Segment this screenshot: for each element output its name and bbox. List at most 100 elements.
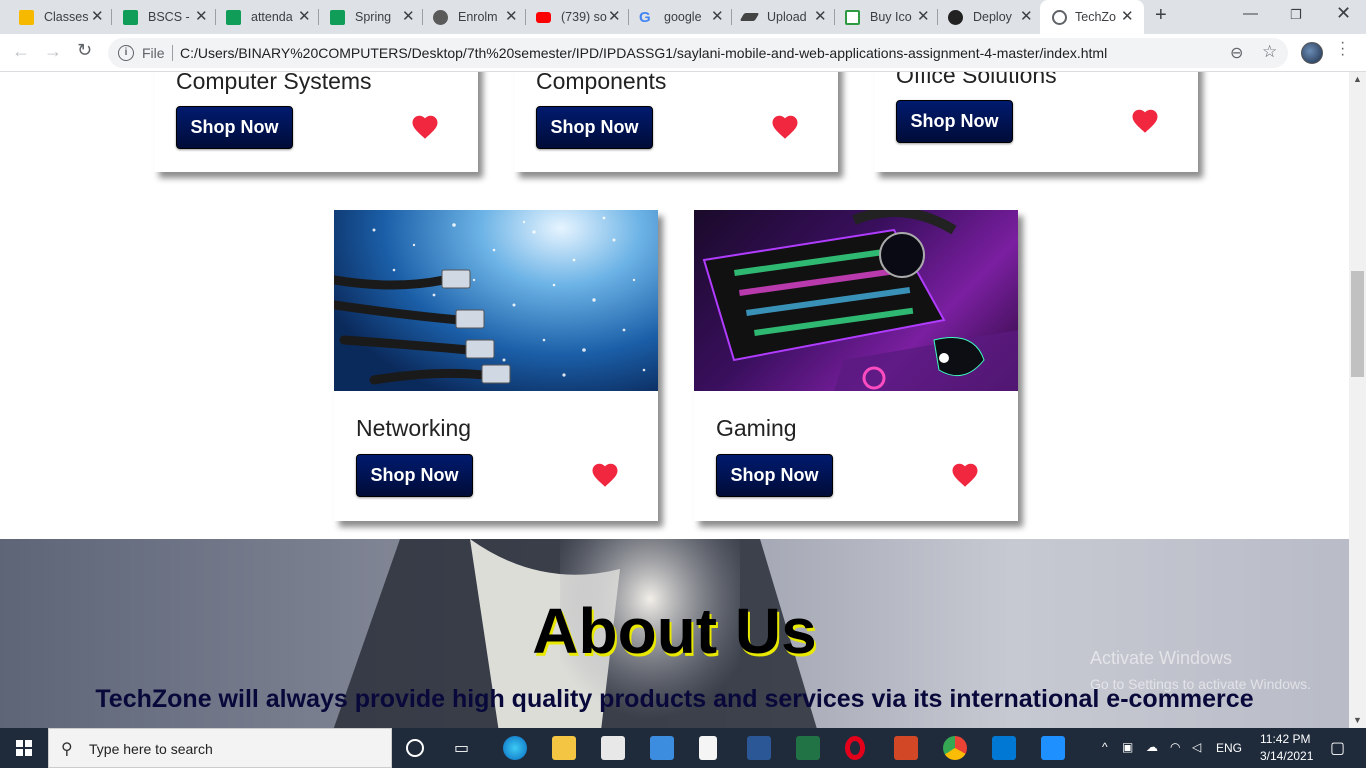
browser-tab[interactable]: Spring ✕	[311, 0, 423, 34]
store-icon[interactable]	[601, 736, 625, 760]
close-icon[interactable]: ✕	[298, 7, 311, 25]
card-title: Networking	[356, 415, 472, 441]
back-icon[interactable]: ←	[12, 41, 30, 62]
windows-taskbar: ⚲ Type here to search ▭ ^ ▣ ☁ ◠ ◁ ENG 11…	[0, 728, 1366, 768]
close-icon[interactable]: ✕	[608, 7, 621, 25]
forward-icon[interactable]: →	[44, 41, 62, 62]
excel-icon[interactable]	[796, 736, 820, 760]
wifi-icon[interactable]: ◠	[1170, 740, 1180, 754]
scrollbar-thumb[interactable]	[1351, 271, 1364, 377]
word-icon[interactable]	[747, 736, 771, 760]
card-title: Computer Systems	[176, 72, 372, 94]
close-icon[interactable]: ✕	[814, 7, 827, 25]
close-icon[interactable]: ✕	[402, 7, 415, 25]
product-card-gaming: Gaming Shop Now	[694, 210, 1018, 521]
tab-label: TechZo	[1075, 10, 1116, 24]
network-icon[interactable]: ▣	[1122, 740, 1133, 754]
chrome-icon[interactable]	[943, 736, 967, 760]
file-explorer-icon[interactable]	[552, 736, 576, 760]
about-section: About Us TechZone will always provide hi…	[0, 539, 1349, 728]
browser-tab[interactable]: BSCS - ✕	[104, 0, 216, 34]
mail-icon[interactable]	[650, 736, 674, 760]
tab-label: google	[664, 10, 702, 24]
gaming-image	[694, 210, 1018, 391]
card-title: Components	[536, 72, 667, 94]
product-card: Office Solutions Shop Now	[874, 72, 1198, 172]
photos-icon[interactable]	[1041, 736, 1065, 760]
page-scrollbar[interactable]: ▲ ▼	[1349, 72, 1366, 728]
close-icon[interactable]: ✕	[91, 7, 104, 25]
product-card: Components Shop Now	[514, 72, 838, 172]
browser-tab[interactable]: Deploy ✕	[929, 0, 1041, 34]
bookmark-star-icon[interactable]: ☆	[1262, 42, 1277, 62]
shop-now-button[interactable]: Shop Now	[356, 454, 473, 497]
browser-toolbar: ← → ↻ i File C:/Users/BINARY%20COMPUTERS…	[0, 34, 1366, 72]
tab-label: attenda	[251, 10, 293, 24]
close-icon[interactable]: ✕	[195, 7, 208, 25]
tab-label: (739) so	[561, 10, 607, 24]
minimize-icon[interactable]: —	[1243, 5, 1258, 22]
browser-tab[interactable]: G google ✕	[620, 0, 732, 34]
google-icon: G	[639, 9, 651, 26]
browser-tab[interactable]: Buy Ico ✕	[826, 0, 938, 34]
restore-icon[interactable]: ❐	[1290, 7, 1302, 23]
zoom-icon[interactable]: ⊖	[1230, 43, 1243, 63]
close-icon[interactable]: ✕	[505, 7, 518, 25]
tray-chevron-icon[interactable]: ^	[1102, 740, 1108, 754]
info-icon[interactable]: i	[118, 45, 134, 61]
clock-time[interactable]: 11:42 PM	[1260, 732, 1310, 746]
close-window-icon[interactable]: ✕	[1336, 3, 1351, 24]
windows-start-icon[interactable]	[0, 728, 48, 768]
reload-icon[interactable]: ↻	[77, 40, 92, 61]
edge-icon[interactable]	[503, 736, 527, 760]
heart-icon[interactable]	[1130, 106, 1160, 136]
profile-avatar[interactable]	[1301, 42, 1323, 64]
task-view-icon[interactable]: ▭	[454, 738, 478, 762]
browser-tab[interactable]: Enrolm ✕	[414, 0, 526, 34]
opera-icon[interactable]	[845, 736, 865, 760]
notifications-icon[interactable]: ▢	[1330, 738, 1345, 758]
heart-icon[interactable]	[770, 112, 800, 142]
notepad-icon[interactable]	[699, 736, 717, 760]
icon-store-icon	[845, 10, 860, 25]
tab-label: Buy Ico	[870, 10, 912, 24]
shop-now-button[interactable]: Shop Now	[176, 106, 293, 149]
scroll-up-icon[interactable]: ▲	[1353, 74, 1362, 84]
tab-label: Deploy	[973, 10, 1012, 24]
tab-label: Spring	[355, 10, 392, 24]
close-icon[interactable]: ✕	[1121, 7, 1134, 25]
browser-tab[interactable]: Upload ✕	[723, 0, 835, 34]
taskbar-search[interactable]: ⚲ Type here to search	[48, 728, 392, 768]
menu-icon[interactable]: · · ·	[1340, 35, 1345, 63]
close-icon[interactable]: ✕	[711, 7, 724, 25]
browser-tab-active[interactable]: TechZo ✕	[1040, 0, 1144, 34]
tab-strip: Classes ✕ BSCS - ✕ attenda ✕ Spring ✕ En…	[0, 0, 1366, 34]
globe-icon	[1052, 10, 1067, 25]
shop-now-button[interactable]: Shop Now	[896, 100, 1013, 143]
browser-tab[interactable]: Classes ✕	[0, 0, 112, 34]
cortana-icon[interactable]	[406, 739, 424, 757]
volume-icon[interactable]: ◁	[1192, 740, 1201, 754]
windows-watermark: Activate Windows	[1090, 648, 1233, 668]
shop-now-button[interactable]: Shop Now	[716, 454, 833, 497]
vscode-icon[interactable]	[992, 736, 1016, 760]
browser-tab[interactable]: (739) so ✕	[517, 0, 629, 34]
address-bar[interactable]: i File C:/Users/BINARY%20COMPUTERS/Deskt…	[108, 38, 1288, 68]
heart-icon[interactable]	[590, 460, 620, 490]
card-title: Gaming	[716, 415, 797, 441]
close-icon[interactable]: ✕	[917, 7, 930, 25]
close-icon[interactable]: ✕	[1020, 7, 1033, 25]
language-indicator[interactable]: ENG	[1216, 741, 1242, 755]
clock-date[interactable]: 3/14/2021	[1260, 749, 1313, 763]
heart-icon[interactable]	[950, 460, 980, 490]
shop-now-button[interactable]: Shop Now	[536, 106, 653, 149]
tab-label: Enrolm	[458, 10, 498, 24]
onedrive-icon[interactable]: ☁	[1146, 740, 1158, 754]
browser-tab[interactable]: attenda ✕	[207, 0, 319, 34]
scroll-down-icon[interactable]: ▼	[1353, 715, 1362, 725]
google-classroom-icon	[19, 10, 34, 25]
heart-icon[interactable]	[410, 112, 440, 142]
office-icon[interactable]	[894, 736, 918, 760]
new-tab-icon[interactable]: +	[1155, 4, 1167, 27]
url-text[interactable]: C:/Users/BINARY%20COMPUTERS/Desktop/7th%…	[180, 45, 1107, 61]
